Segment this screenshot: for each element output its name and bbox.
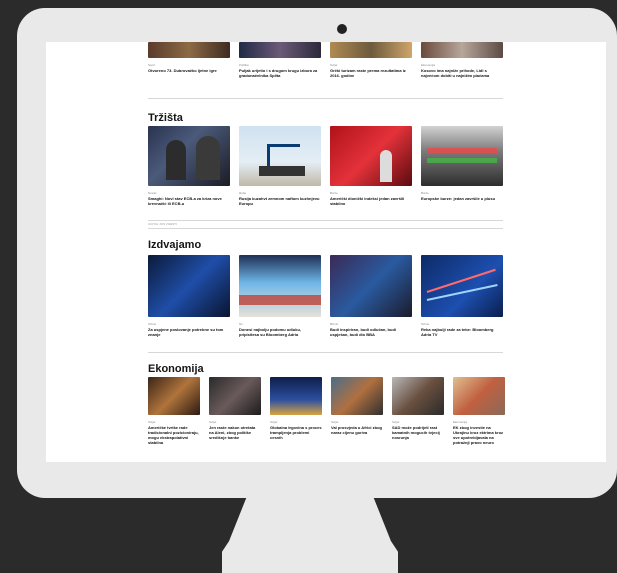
article-tag: Robe (239, 191, 247, 195)
article-headline[interactable]: Rusija kuzahvt zemnom naftom kuzhnjevu E… (239, 196, 321, 206)
article-headline[interactable]: Američke tvrtke rade tradicionalni pozic… (148, 425, 200, 445)
article-image[interactable] (421, 42, 503, 58)
article-headline[interactable]: Američki dionički indeksi jedan završili… (330, 196, 412, 206)
article-tag: Svijet (330, 63, 338, 67)
article-image[interactable] (209, 377, 261, 415)
article-image[interactable] (330, 126, 412, 186)
divider (148, 352, 503, 353)
article-headline[interactable]: Smaghi: Novi stav ECB-a za kriza nove kr… (148, 196, 230, 206)
article-image[interactable] (421, 126, 503, 186)
article-tag: Burze (421, 191, 429, 195)
article-headline[interactable]: EK zbog investie na Ukrajinu kroz ektrim… (453, 425, 505, 445)
article-tag: Biznis (330, 322, 339, 326)
article-headline[interactable]: Val prosvjeda u Africi zbog naraz cijenu… (331, 425, 383, 435)
article-image[interactable] (331, 377, 383, 415)
article-image[interactable] (148, 42, 230, 58)
article-tag: Burze (330, 191, 338, 195)
divider (148, 98, 503, 99)
article-image[interactable] (148, 377, 200, 415)
article-image[interactable] (148, 126, 230, 186)
article-tag: Svijet (209, 420, 217, 424)
article-tag: Svijet (331, 420, 339, 424)
article-image[interactable] (421, 255, 503, 317)
section-title-trzista[interactable]: Tržišta (148, 112, 183, 124)
article-tag: Ekonomija (453, 420, 468, 424)
article-tag: Novac (148, 191, 157, 195)
divider (148, 228, 503, 229)
article-image[interactable] (239, 126, 321, 186)
article-image[interactable] (148, 255, 230, 317)
article-tag: Svijet (392, 420, 400, 424)
section-title-ekonomija[interactable]: Ekonomija (148, 363, 204, 375)
article-headline[interactable]: Otvoreno 73. Dubrovačko ljetne igre (148, 68, 230, 73)
article-image[interactable] (270, 377, 322, 415)
article-tag: Tehno (148, 322, 157, 326)
article-headline[interactable]: Grčki turizam raste prema rezultatima iz… (330, 68, 412, 78)
load-more-link[interactable]: UCITAJ JOS VIJESTI (148, 222, 177, 226)
monitor-stand (222, 497, 398, 573)
article-tag: Tehno (421, 322, 430, 326)
section-title-izdvajamo[interactable]: Izdvajamo (148, 239, 201, 251)
article-headline[interactable]: Jen raste nakon otretata na Aleni, zbog … (209, 425, 261, 440)
article-tag: Svijet (148, 420, 156, 424)
article-headline[interactable]: Donesi najbolju podomu odluku, pripisite… (239, 327, 321, 337)
article-headline[interactable]: Kosovo ima najniže prihode, Lidl s najve… (421, 68, 503, 78)
article-tag: Ekonomija (421, 63, 436, 67)
article-tag: N1 (239, 322, 243, 326)
article-image[interactable] (392, 377, 444, 415)
webcam (337, 24, 347, 34)
article-tag: Politika (239, 63, 249, 67)
article-headline[interactable]: Reka najbolji rade za tebe: Bloomberg Ad… (421, 327, 503, 337)
article-image[interactable] (453, 377, 505, 415)
article-headline[interactable]: Puljak urijetio i s drugom krugu izbora … (239, 68, 321, 78)
article-image[interactable] (239, 255, 321, 317)
article-tag: Svijet (270, 420, 278, 424)
article-headline[interactable]: Globalna trgovina s proces trampljenja p… (270, 425, 322, 440)
article-image[interactable] (239, 42, 321, 58)
article-headline[interactable]: Budi inspiriran, budi odlučan, budi uspj… (330, 327, 412, 337)
article-headline[interactable]: Za uspjene poslovanje potrebne su tom zn… (148, 327, 230, 337)
article-headline[interactable]: Europske burze: jedan završile u plusu (421, 196, 503, 201)
article-tag: Sport (148, 63, 156, 67)
article-image[interactable] (330, 255, 412, 317)
divider (148, 220, 503, 221)
article-image[interactable] (330, 42, 412, 58)
browser-screen: Sport Otvoreno 73. Dubrovačko ljetne igr… (46, 42, 606, 462)
article-headline[interactable]: SAD može podrijeti rast kamatnih mogucih… (392, 425, 444, 440)
